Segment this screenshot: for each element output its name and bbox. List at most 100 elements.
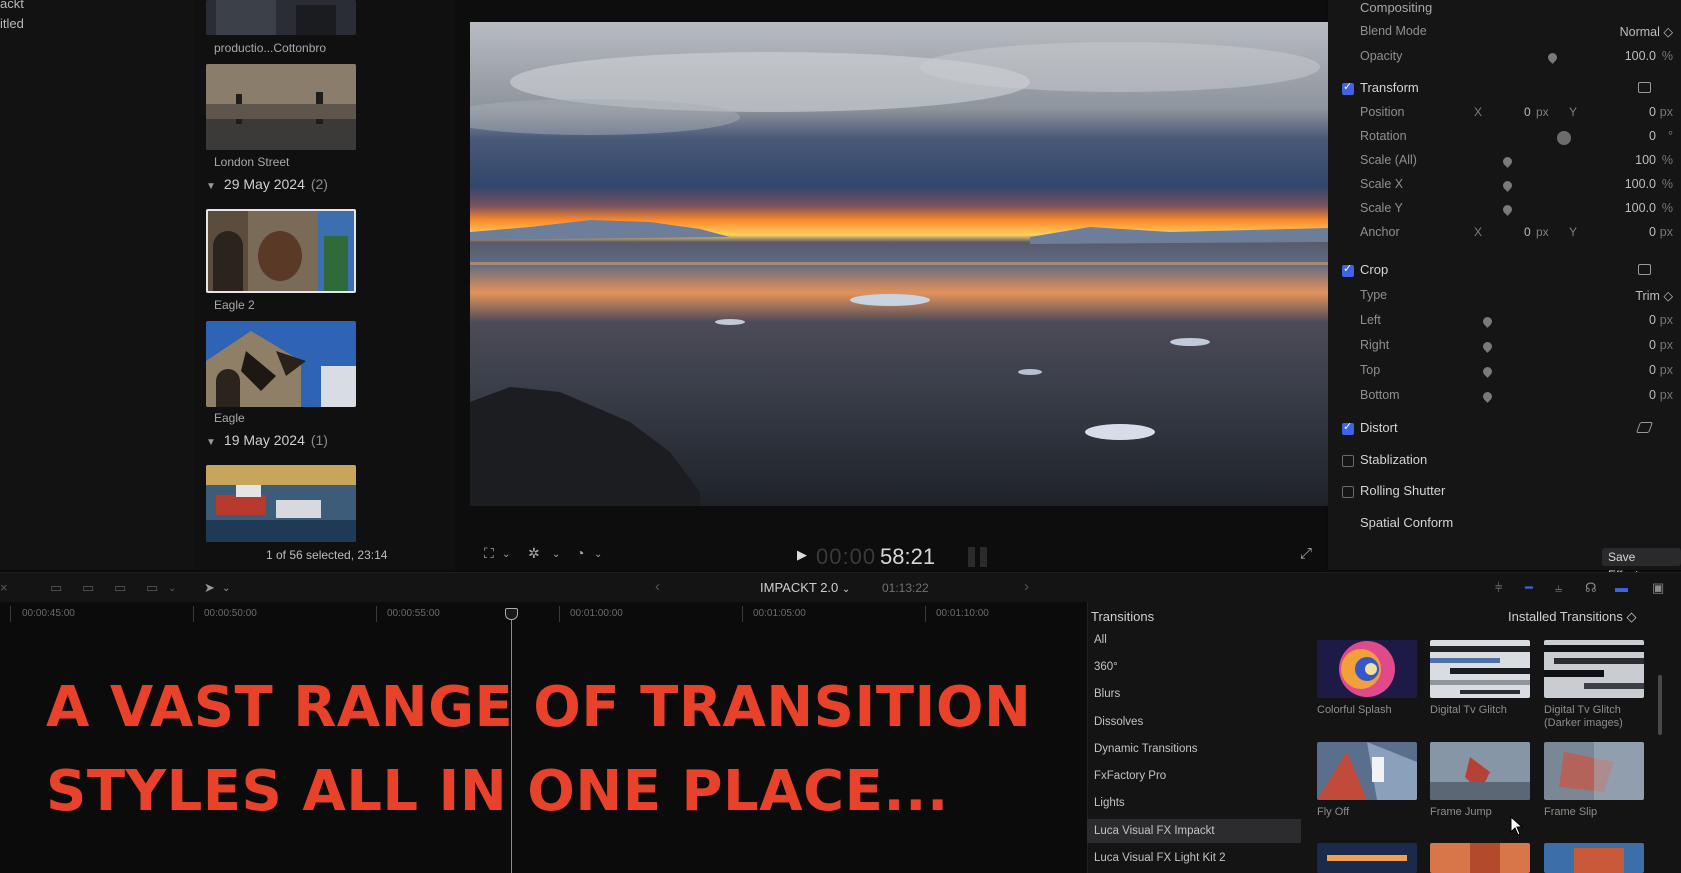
transition-thumbnail[interactable] bbox=[1544, 640, 1644, 698]
transitions-scrollbar[interactable] bbox=[1658, 675, 1662, 735]
clip-thumbnail[interactable] bbox=[206, 0, 356, 35]
transition-thumbnail[interactable] bbox=[1430, 843, 1530, 873]
close-icon[interactable]: × bbox=[0, 580, 8, 595]
transition-thumbnail[interactable] bbox=[1430, 640, 1530, 698]
playhead[interactable] bbox=[511, 608, 512, 873]
crop-left-value[interactable]: 0 bbox=[1649, 313, 1656, 327]
fullscreen-icon[interactable]: ⤢ bbox=[1300, 545, 1312, 562]
clip-thumbnail[interactable] bbox=[206, 465, 356, 542]
crop-right-value[interactable]: 0 bbox=[1649, 338, 1656, 352]
anchor-x-value[interactable]: 0 bbox=[1524, 225, 1531, 239]
scale-y-slider[interactable] bbox=[1501, 203, 1514, 216]
installed-transitions-select[interactable]: Installed Transitions ◇ bbox=[1508, 609, 1637, 625]
distort-overlay-icon[interactable] bbox=[1635, 422, 1654, 433]
scale-all-value[interactable]: 100 bbox=[1635, 153, 1656, 167]
timecode[interactable]: 58:21 bbox=[880, 544, 935, 570]
rolling-shutter-checkbox[interactable] bbox=[1342, 486, 1354, 498]
crop-left-slider[interactable] bbox=[1481, 315, 1494, 328]
crop-overlay-icon[interactable] bbox=[1638, 264, 1651, 275]
transition-thumbnail[interactable] bbox=[1317, 843, 1417, 873]
scale-y-value[interactable]: 100.0 bbox=[1625, 201, 1656, 215]
headphones-icon[interactable]: ☊ bbox=[1585, 580, 1597, 596]
anchor-y-value[interactable]: 0 bbox=[1649, 225, 1656, 239]
disclosure-triangle-icon[interactable]: ▼ bbox=[206, 181, 216, 192]
transform-checkbox[interactable] bbox=[1342, 80, 1354, 95]
rotation-dial-icon[interactable] bbox=[1557, 131, 1571, 145]
category-360[interactable]: 360° bbox=[1087, 655, 1301, 679]
transition-thumbnail[interactable] bbox=[1317, 640, 1417, 698]
clip-thumbnail[interactable] bbox=[206, 321, 356, 407]
category-luca-visual-fx-impackt[interactable]: Luca Visual FX Impackt bbox=[1087, 819, 1301, 843]
category-all[interactable]: All bbox=[1087, 628, 1301, 652]
audio-skimming-icon[interactable]: ⫨ bbox=[1555, 580, 1562, 596]
library-item[interactable]: itled bbox=[0, 16, 24, 31]
disclosure-triangle-icon[interactable]: ▼ bbox=[206, 437, 216, 448]
anchor-row: Anchor X 0 px Y 0 px bbox=[1328, 225, 1681, 245]
viewer-format-icon[interactable]: ⛶ bbox=[484, 545, 494, 562]
category-lights[interactable]: Lights bbox=[1087, 791, 1301, 815]
transition-thumbnail[interactable] bbox=[1430, 742, 1530, 800]
category-fxfactory-pro[interactable]: FxFactory Pro bbox=[1087, 764, 1301, 788]
chevron-down-icon[interactable]: ⌄ bbox=[222, 583, 230, 594]
index-icon[interactable]: ⫩ bbox=[1495, 580, 1502, 596]
scale-x-value[interactable]: 100.0 bbox=[1625, 177, 1656, 191]
clip-appearance-icon[interactable]: ▭ bbox=[50, 580, 62, 596]
snapping-icon[interactable]: ▬ bbox=[1615, 580, 1628, 595]
clip-thumbnail[interactable] bbox=[206, 64, 356, 150]
crop-top-value[interactable]: 0 bbox=[1649, 363, 1656, 377]
transform-overlay-icon[interactable] bbox=[1638, 82, 1651, 93]
clip-thumbnail-selected[interactable] bbox=[206, 209, 356, 293]
category-luca-visual-fx-light-kit-2[interactable]: Luca Visual FX Light Kit 2 bbox=[1087, 846, 1301, 870]
chevron-down-icon[interactable]: ⌄ bbox=[594, 549, 602, 560]
select-tool-icon[interactable]: ➤ bbox=[204, 580, 215, 596]
crop-right-unit: px bbox=[1659, 338, 1673, 352]
crop-right-slider[interactable] bbox=[1481, 340, 1494, 353]
scale-all-slider[interactable] bbox=[1501, 155, 1514, 168]
category-dissolves[interactable]: Dissolves bbox=[1087, 710, 1301, 734]
chevron-down-icon[interactable]: ⌄ bbox=[168, 583, 176, 594]
transitions-browser-icon[interactable]: ▣ bbox=[1652, 580, 1664, 596]
skimming-icon[interactable]: ━ bbox=[1525, 580, 1533, 596]
library-item[interactable]: ackt bbox=[0, 0, 24, 11]
rotation-value[interactable]: 0 bbox=[1649, 129, 1656, 143]
blend-mode-label: Blend Mode bbox=[1360, 24, 1427, 38]
date-group-header[interactable]: ▼ 19 May 2024 (1) bbox=[206, 432, 328, 448]
play-icon[interactable]: ▶ bbox=[797, 547, 807, 563]
crop-top-slider[interactable] bbox=[1481, 365, 1494, 378]
speed-icon[interactable]: ◔ bbox=[576, 545, 584, 561]
stabilization-checkbox[interactable] bbox=[1342, 455, 1354, 467]
opacity-value[interactable]: 100.0 bbox=[1625, 49, 1656, 63]
enhance-wand-icon[interactable]: ✲ bbox=[528, 545, 540, 562]
category-blurs[interactable]: Blurs bbox=[1087, 682, 1301, 706]
transition-thumbnail[interactable] bbox=[1544, 843, 1644, 873]
project-name[interactable]: IMPACKT 2.0 ⌄ bbox=[760, 580, 850, 595]
crop-bottom-value[interactable]: 0 bbox=[1649, 388, 1656, 402]
playhead-handle[interactable] bbox=[505, 608, 518, 620]
crop-bottom-slider[interactable] bbox=[1481, 390, 1494, 403]
chevron-down-icon: ⌄ bbox=[841, 584, 851, 595]
insert-clip-icon[interactable]: ▭ bbox=[114, 580, 126, 596]
save-effects-button[interactable]: Save Effects bbox=[1602, 548, 1681, 582]
position-row: Position X 0 px Y 0 px bbox=[1328, 105, 1681, 125]
viewer-image[interactable] bbox=[470, 22, 1328, 506]
timeline-forward-icon[interactable]: › bbox=[1024, 578, 1029, 595]
append-clip-icon[interactable]: ▭ bbox=[146, 580, 158, 596]
opacity-slider[interactable] bbox=[1546, 51, 1559, 64]
position-x-value[interactable]: 0 bbox=[1524, 105, 1531, 119]
date-group-header[interactable]: ▼ 29 May 2024 (2) bbox=[206, 176, 328, 192]
distort-checkbox[interactable] bbox=[1342, 420, 1354, 435]
scale-x-slider[interactable] bbox=[1501, 179, 1514, 192]
timeline-back-icon[interactable]: ‹ bbox=[655, 578, 660, 595]
transition-thumbnail[interactable] bbox=[1317, 742, 1417, 800]
spatial-conform-section[interactable]: Spatial Conform bbox=[1328, 515, 1681, 535]
crop-checkbox[interactable] bbox=[1342, 262, 1354, 277]
chevron-down-icon[interactable]: ⌄ bbox=[552, 549, 560, 560]
blend-mode-select[interactable]: Normal ◇ bbox=[1620, 24, 1673, 39]
crop-type-select[interactable]: Trim ◇ bbox=[1635, 288, 1673, 303]
position-y-value[interactable]: 0 bbox=[1649, 105, 1656, 119]
connect-clip-icon[interactable]: ▭ bbox=[82, 580, 94, 596]
category-dynamic-transitions[interactable]: Dynamic Transitions bbox=[1087, 737, 1301, 761]
chevron-down-icon[interactable]: ⌄ bbox=[502, 549, 510, 560]
clip-label: Eagle 2 bbox=[214, 298, 255, 312]
transition-thumbnail[interactable] bbox=[1544, 742, 1644, 800]
